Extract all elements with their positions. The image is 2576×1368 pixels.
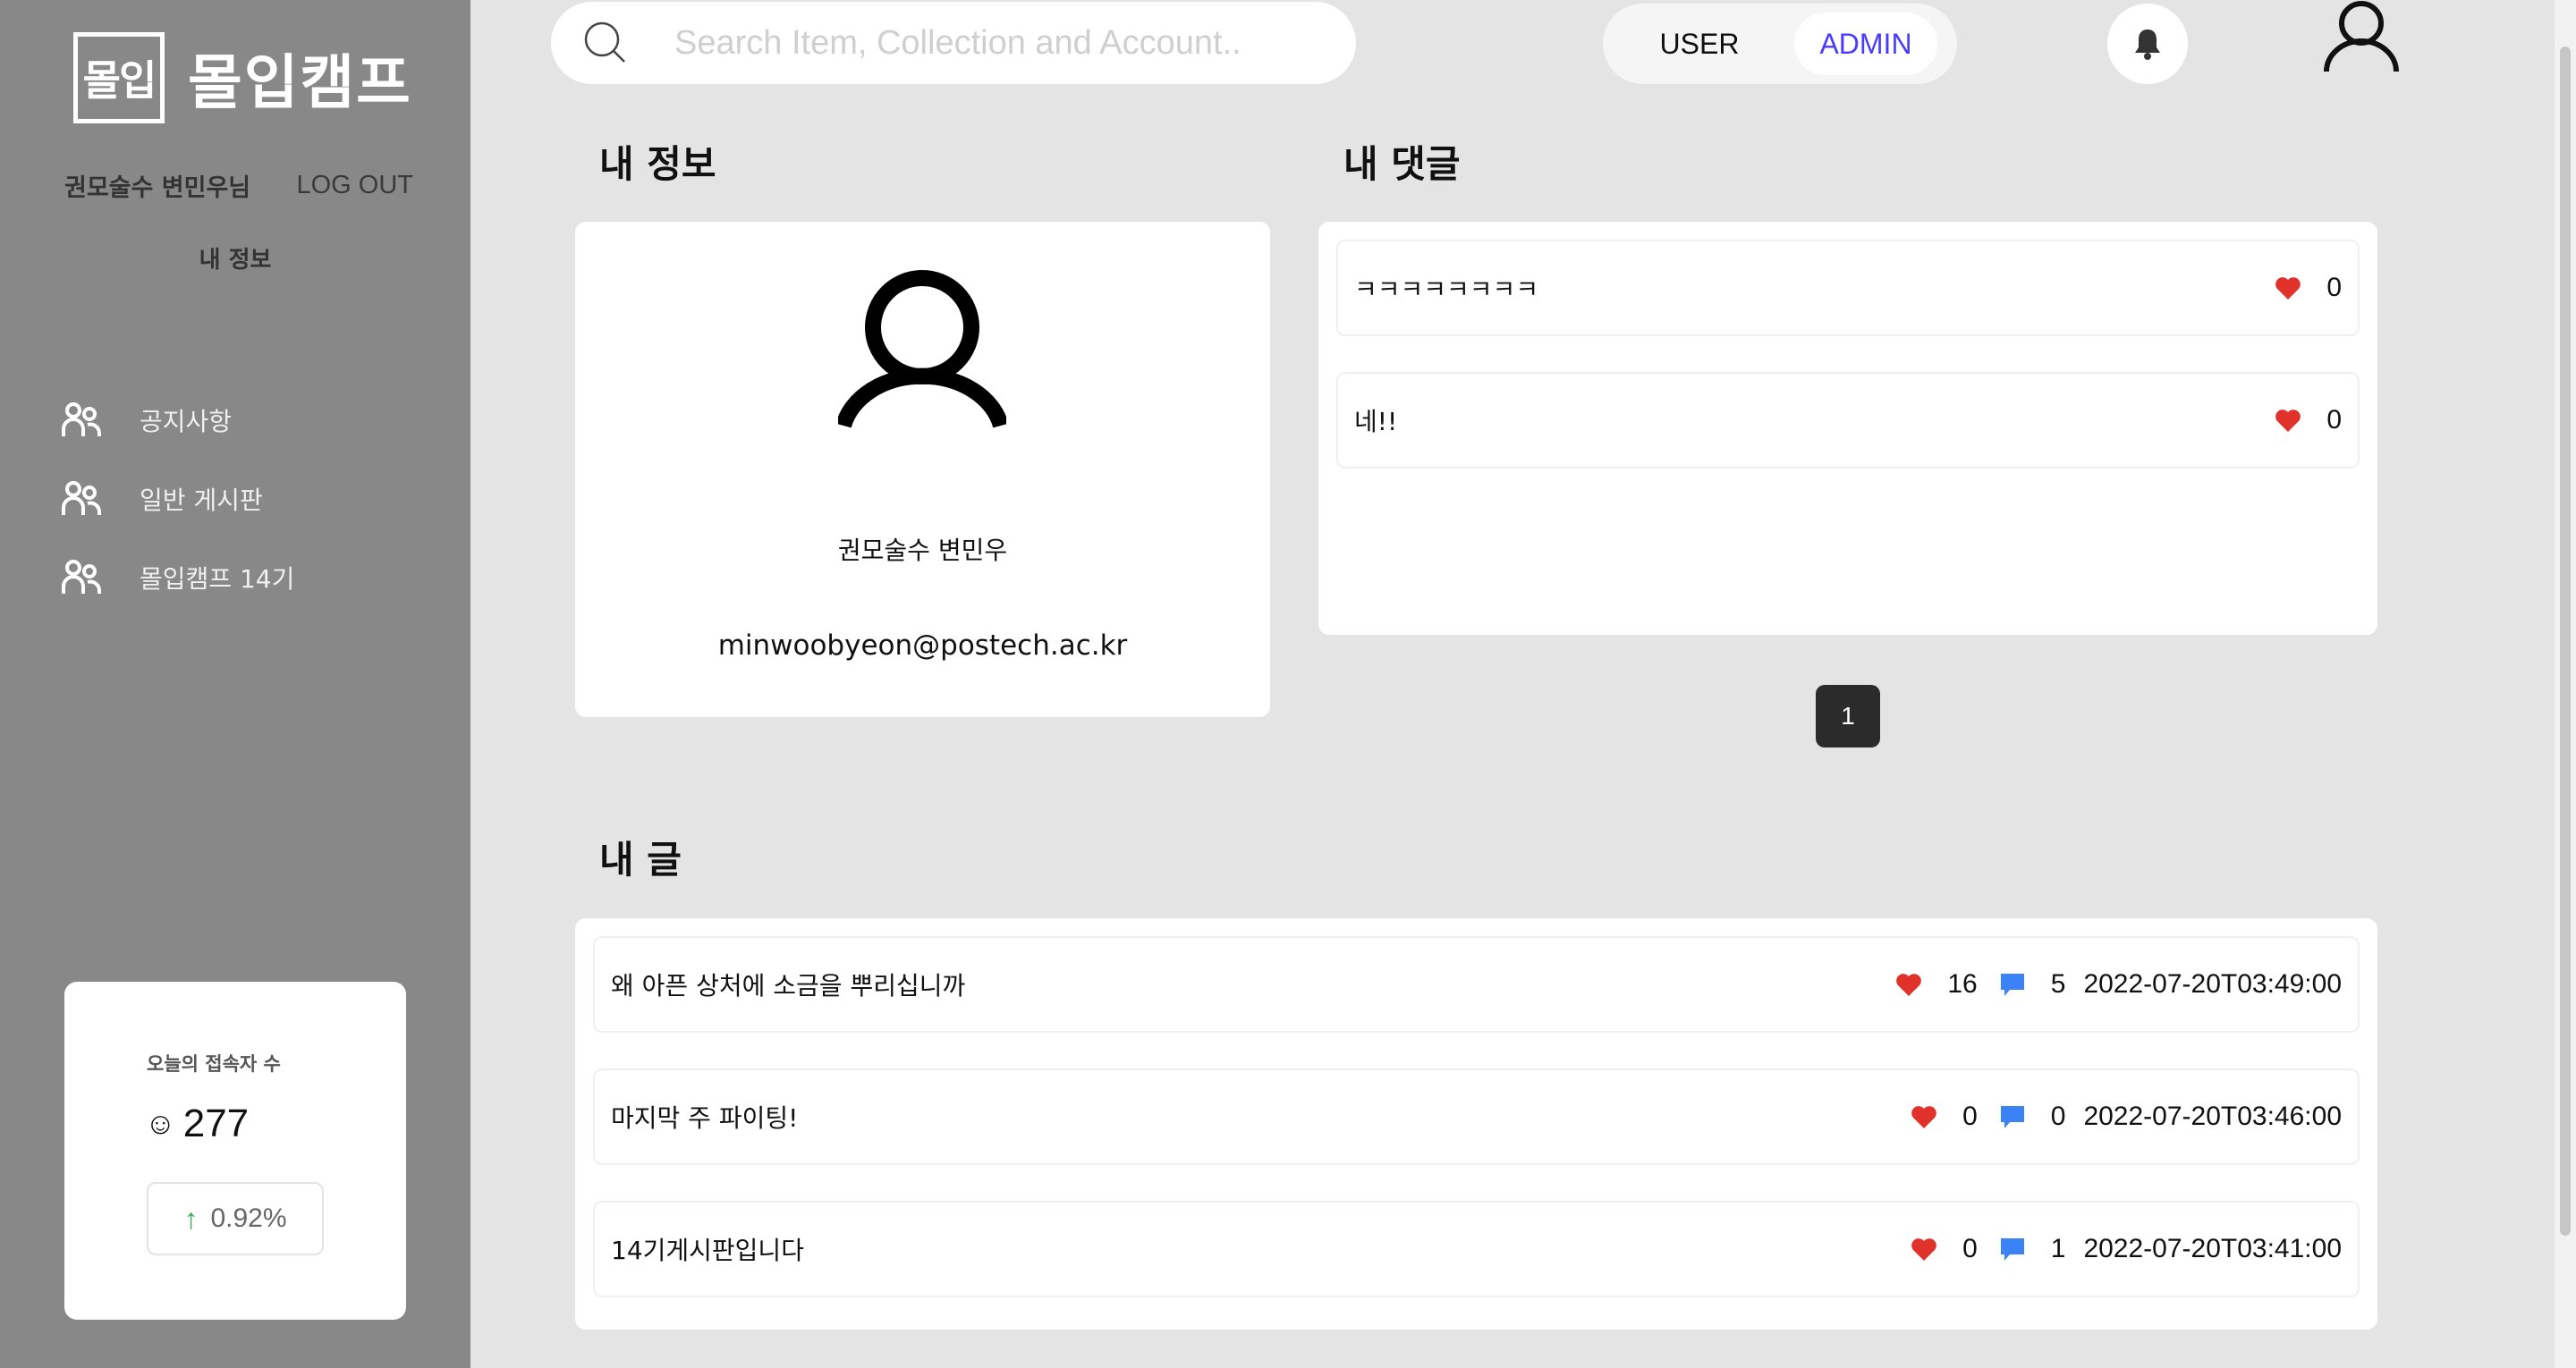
comment-row[interactable]: 네!! 0 xyxy=(1336,372,2360,469)
sidebar-item-general-board[interactable]: 일반 게시판 xyxy=(61,479,294,519)
pagination-page-1[interactable]: 1 xyxy=(1816,685,1880,747)
post-title: 14기게시판입니다 xyxy=(611,1236,804,1265)
role-user-button[interactable]: USER xyxy=(1628,13,1771,75)
comment-count: 1 xyxy=(2050,1234,2066,1263)
logo-mark: 몰입 xyxy=(73,32,165,123)
like-count: 0 xyxy=(2326,405,2342,435)
notification-button[interactable] xyxy=(2107,4,2188,84)
comment-row[interactable]: ㅋㅋㅋㅋㅋㅋㅋㅋ 0 xyxy=(1336,240,2360,336)
visitor-title: 오늘의 접속자 수 xyxy=(147,1053,281,1075)
post-title: 마지막 주 파이팅! xyxy=(611,1103,799,1133)
my-info-link[interactable]: 내 정보 xyxy=(0,241,470,274)
sidebar: 몰입 몰입캠프 권모술수 변민우님 LOG OUT 내 정보 공지사항 일반 게… xyxy=(0,0,470,1368)
comment-text: ㅋㅋㅋㅋㅋㅋㅋㅋ xyxy=(1354,274,1539,304)
post-meta: 0 1 2022-07-20T03:41:00 xyxy=(1911,1234,2342,1264)
visitor-count: ☺ 277 xyxy=(145,1102,249,1146)
heart-icon xyxy=(1896,973,1922,996)
my-comments-title: 내 댓글 xyxy=(1343,142,1461,186)
post-row[interactable]: 마지막 주 파이팅! 0 0 2022-07-20T03:46:00 xyxy=(593,1068,2360,1165)
post-title: 왜 아픈 상처에 소금을 뿌리십니까 xyxy=(611,971,966,1001)
like-count: 0 xyxy=(2326,273,2342,302)
user-line: 권모술수 변민우님 LOG OUT xyxy=(64,168,413,203)
users-icon xyxy=(62,481,101,515)
post-meta: 0 0 2022-07-20T03:46:00 xyxy=(1911,1102,2342,1132)
profile-email: minwoobyeon@postech.ac.kr xyxy=(717,629,1128,662)
logo-text: 몰입캠프 xyxy=(188,48,412,117)
search-bar[interactable] xyxy=(551,2,1356,84)
profile-card: 권모술수 변민우 minwoobyeon@postech.ac.kr xyxy=(575,222,1270,717)
comment-icon xyxy=(2000,974,2024,996)
post-row[interactable]: 왜 아픈 상처에 소금을 뿌리십니까 16 5 2022-07-20T03:49… xyxy=(593,936,2360,1033)
visitor-count-value: 277 xyxy=(182,1102,250,1145)
sidebar-item-label: 공지사항 xyxy=(140,407,233,436)
comment-count: 5 xyxy=(2050,969,2066,999)
my-info-title: 내 정보 xyxy=(599,142,716,186)
heart-icon xyxy=(1911,1105,1936,1128)
user-avatar-icon xyxy=(838,270,1006,428)
comment-meta: 0 xyxy=(2275,273,2342,303)
sidebar-item-camp-14[interactable]: 몰입캠프 14기 xyxy=(61,558,294,597)
search-icon xyxy=(584,21,625,63)
sidebar-item-notice[interactable]: 공지사항 xyxy=(61,401,294,440)
like-count: 0 xyxy=(1962,1102,1978,1131)
comment-count: 0 xyxy=(2050,1102,2066,1131)
sidebar-item-label: 몰입캠프 14기 xyxy=(140,564,295,594)
comment-icon xyxy=(2000,1106,2024,1128)
heart-icon xyxy=(1911,1237,1936,1261)
logo[interactable]: 몰입 몰입캠프 xyxy=(73,32,412,123)
role-toggle: USER ADMIN xyxy=(1603,4,1957,84)
post-date: 2022-07-20T03:49:00 xyxy=(2083,969,2342,999)
comment-icon xyxy=(2000,1238,2024,1261)
sidebar-item-label: 일반 게시판 xyxy=(140,486,263,515)
like-count: 16 xyxy=(1947,969,1978,999)
smile-icon: ☺ xyxy=(145,1106,176,1141)
like-count: 0 xyxy=(1962,1234,1978,1263)
sidebar-nav: 공지사항 일반 게시판 몰입캠프 14기 xyxy=(61,401,294,637)
bell-icon xyxy=(2135,30,2160,60)
heart-icon xyxy=(2275,409,2301,432)
search-input[interactable] xyxy=(674,23,1318,63)
post-date: 2022-07-20T03:41:00 xyxy=(2083,1234,2342,1263)
post-date: 2022-07-20T03:46:00 xyxy=(2083,1102,2342,1131)
my-posts-title: 내 글 xyxy=(599,838,682,882)
user-name: 권모술수 변민우님 xyxy=(64,174,251,202)
account-avatar-icon[interactable] xyxy=(2322,0,2401,73)
scrollbar-thumb[interactable] xyxy=(2560,46,2571,1236)
visitor-stats-card: 오늘의 접속자 수 ☺ 277 ↑ 0.92% xyxy=(64,982,406,1320)
posts-card: 왜 아픈 상처에 소금을 뿌리십니까 16 5 2022-07-20T03:49… xyxy=(575,918,2377,1330)
users-icon xyxy=(62,402,101,436)
users-icon xyxy=(62,560,101,594)
comments-card: ㅋㅋㅋㅋㅋㅋㅋㅋ 0 네!! 0 xyxy=(1318,222,2377,635)
logout-button[interactable]: LOG OUT xyxy=(296,171,413,200)
comment-text: 네!! xyxy=(1354,407,1398,436)
visitor-change-badge: ↑ 0.92% xyxy=(147,1182,324,1255)
arrow-up-icon: ↑ xyxy=(183,1202,199,1235)
post-meta: 16 5 2022-07-20T03:49:00 xyxy=(1895,969,2342,1000)
post-row[interactable]: 14기게시판입니다 0 1 2022-07-20T03:41:00 xyxy=(593,1201,2360,1297)
heart-icon xyxy=(2275,276,2301,300)
comment-meta: 0 xyxy=(2275,405,2342,435)
visitor-change-value: 0.92% xyxy=(210,1203,287,1233)
role-admin-button[interactable]: ADMIN xyxy=(1794,13,1937,75)
profile-name: 권모술수 변민우 xyxy=(837,536,1008,565)
